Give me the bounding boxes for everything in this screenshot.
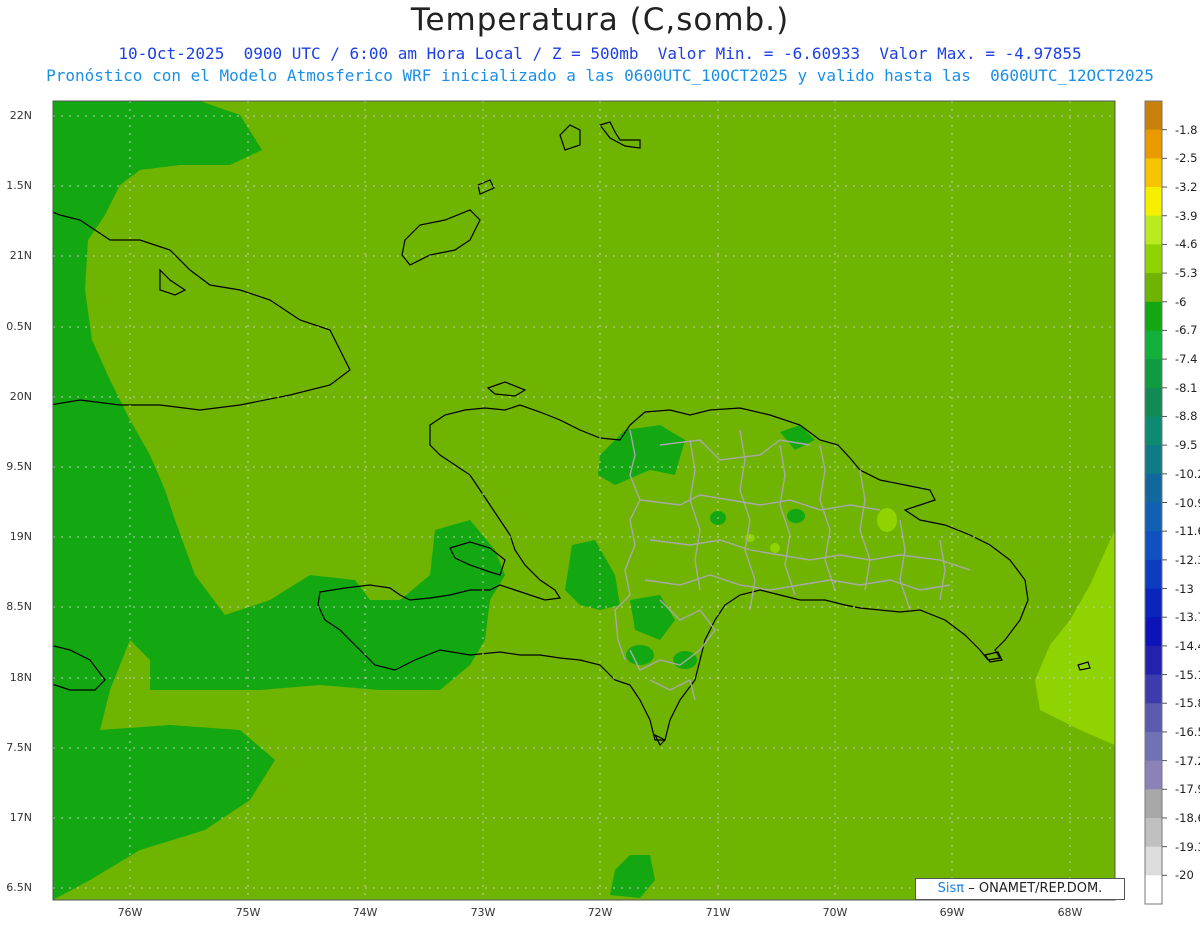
colorbar-label: -3.2 [1175,180,1198,195]
colorbar-label: -17.9 [1175,782,1200,797]
colorbar-swatch [1145,588,1162,618]
lon-label: 72W [587,906,613,919]
warm-spot-3 [770,543,780,553]
colorbar-label: -2.5 [1175,151,1198,166]
cold-spot-3 [787,509,805,523]
lon-label: 76W [117,906,143,919]
colorbar-label: -17.2 [1175,753,1200,768]
warm-spot-1 [877,508,897,532]
colorbar-label: -10.9 [1175,495,1200,510]
lat-label: 9.5N [6,460,32,473]
colorbar-swatch [1145,674,1162,704]
colorbar [1144,100,1167,905]
lat-label: 17N [9,811,32,824]
lon-label: 74W [352,906,378,919]
colorbar-swatch [1145,273,1162,303]
lat-label: 18N [9,671,32,684]
cold-spot-4 [626,645,654,665]
temperature-map [52,100,1167,905]
colorbar-label: -19.3 [1175,839,1200,854]
colorbar-swatch [1145,559,1162,590]
colorbar-swatch [1145,301,1162,331]
colorbar-label: -15.1 [1175,667,1200,682]
lon-label: 71W [705,906,731,919]
colorbar-label: -1.8 [1175,122,1198,137]
colorbar-swatch [1145,387,1162,417]
colorbar-swatch [1145,244,1162,274]
colorbar-swatch [1145,703,1162,733]
colorbar-swatch [1145,445,1162,475]
colorbar-swatch [1145,760,1162,790]
lat-label: 22N [9,109,32,122]
colorbar-label: -14.4 [1175,638,1200,653]
colorbar-label: -10.2 [1175,466,1200,481]
lat-label: 7.5N [6,741,32,754]
credit-brand: Sisπ [937,881,965,896]
credit-text: – ONAMET/REP.DOM. [968,881,1103,896]
colorbar-label: -4.6 [1175,237,1198,252]
colorbar-swatch [1145,330,1162,360]
colorbar-label: -6 [1175,294,1187,309]
colorbar-label: -9.5 [1175,438,1198,453]
colorbar-label: -8.1 [1175,380,1198,395]
colorbar-swatch [1145,617,1162,647]
colorbar-label: -3.9 [1175,208,1198,223]
colorbar-swatch [1145,645,1162,676]
colorbar-swatch [1145,817,1162,848]
lon-label: 70W [822,906,848,919]
lon-label: 68W [1057,906,1083,919]
lat-label: 21N [9,249,32,262]
colorbar-label: -6.7 [1175,323,1198,338]
colorbar-swatch [1145,416,1162,446]
lat-label: 0.5N [6,320,32,333]
cold-spot-1 [673,651,697,669]
colorbar-swatch [1145,473,1162,503]
lat-label: 6.5N [6,881,32,894]
colorbar-swatch [1145,846,1162,876]
lon-label: 75W [235,906,261,919]
colorbar-label: -5.3 [1175,266,1198,281]
colorbar-swatch [1145,789,1162,819]
lat-label: 1.5N [6,179,32,192]
lat-label: 20N [9,390,32,403]
colorbar-swatch [1145,129,1162,159]
colorbar-label: -13 [1175,581,1194,596]
lat-label: 19N [9,530,32,543]
colorbar-swatch [1145,531,1162,561]
colorbar-label: -12.3 [1175,552,1200,567]
colorbar-label: -8.8 [1175,409,1198,424]
colorbar-label: -20 [1175,868,1194,883]
colorbar-label: -7.4 [1175,352,1198,367]
lon-label: 73W [470,906,496,919]
colorbar-swatch [1145,502,1162,532]
colorbar-swatch [1145,875,1162,905]
colorbar-label: -15.8 [1175,696,1200,711]
colorbar-swatch [1145,215,1162,245]
colorbar-swatch [1145,187,1162,217]
colorbar-swatch [1145,359,1162,389]
colorbar-swatch [1145,158,1162,188]
colorbar-label: -13.7 [1175,610,1200,625]
lat-label: 8.5N [6,600,32,613]
credit-box: Sisπ – ONAMET/REP.DOM. [915,878,1125,900]
colorbar-label: -18.6 [1175,810,1200,825]
lon-label: 69W [939,906,965,919]
colorbar-swatch [1145,101,1162,131]
colorbar-swatch [1145,731,1162,762]
colorbar-label: -16.5 [1175,724,1200,739]
colorbar-label: -11.6 [1175,524,1200,539]
